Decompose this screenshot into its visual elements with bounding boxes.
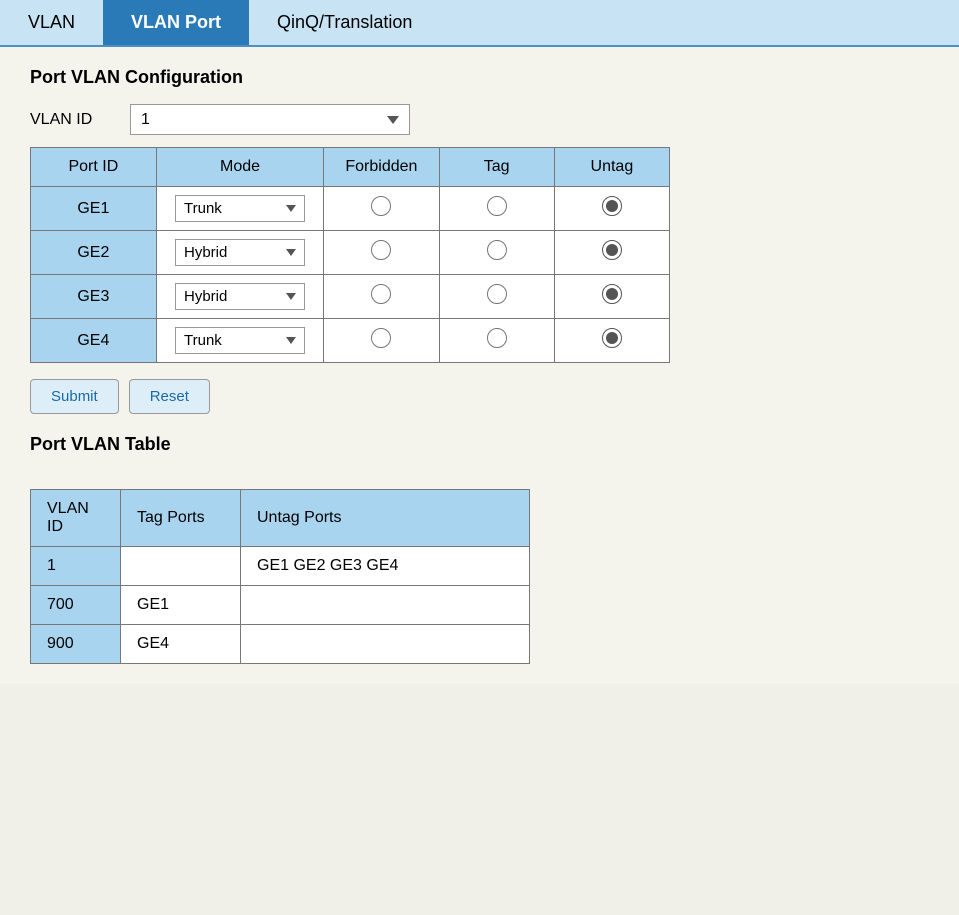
untag-cell-GE1 [554, 187, 669, 231]
tag-radio-GE3[interactable] [487, 284, 507, 304]
col-header-forbidden: Forbidden [324, 148, 439, 187]
button-row: Submit Reset [30, 379, 929, 414]
untag-radio-GE3[interactable] [602, 284, 622, 304]
port-id-cell: GE3 [31, 275, 157, 319]
mode-cell: AccessTrunkHybrid [156, 231, 324, 275]
forbidden-radio-GE2[interactable] [371, 240, 391, 260]
untag-radio-GE2[interactable] [602, 240, 622, 260]
config-section-title: Port VLAN Configuration [30, 67, 929, 88]
forbidden-cell-GE4 [324, 319, 439, 363]
col-header-mode: Mode [156, 148, 324, 187]
mode-cell: AccessTrunkHybrid [156, 187, 324, 231]
untag-cell-GE2 [554, 231, 669, 275]
vlan-table-id-cell: 700 [31, 586, 121, 625]
tab-bar: VLAN VLAN Port QinQ/Translation [0, 0, 959, 47]
port-id-cell: GE4 [31, 319, 157, 363]
forbidden-radio-GE4[interactable] [371, 328, 391, 348]
col-header-untag: Untag [554, 148, 669, 187]
forbidden-cell-GE1 [324, 187, 439, 231]
tag-cell-GE1 [439, 187, 554, 231]
tab-vlan-port[interactable]: VLAN Port [103, 0, 249, 45]
mode-cell: AccessTrunkHybrid [156, 275, 324, 319]
forbidden-cell-GE3 [324, 275, 439, 319]
config-table: Port ID Mode Forbidden Tag Untag GE1 Acce… [30, 147, 670, 363]
tag-radio-GE2[interactable] [487, 240, 507, 260]
main-content: Port VLAN Configuration VLAN ID 1 700 90… [0, 47, 959, 684]
tag-radio-GE1[interactable] [487, 196, 507, 216]
forbidden-cell-GE2 [324, 231, 439, 275]
vlan-id-label: VLAN ID [30, 111, 110, 129]
mode-select-GE2[interactable]: AccessTrunkHybrid [175, 239, 305, 266]
col-header-port-id: Port ID [31, 148, 157, 187]
port-id-cell: GE1 [31, 187, 157, 231]
untag-cell-GE4 [554, 319, 669, 363]
reset-button[interactable]: Reset [129, 379, 210, 414]
vlan-table-tag-cell: GE4 [121, 625, 241, 664]
vlan-id-row: VLAN ID 1 700 900 [30, 104, 929, 135]
vlan-id-select[interactable]: 1 700 900 [130, 104, 410, 135]
mode-cell: AccessTrunkHybrid [156, 319, 324, 363]
vlan-table-untag-cell: GE1 GE2 GE3 GE4 [241, 547, 530, 586]
vlan-table-tag-cell: GE1 [121, 586, 241, 625]
vlan-table-id-cell: 900 [31, 625, 121, 664]
table-section-title: Port VLAN Table [30, 434, 929, 455]
untag-cell-GE3 [554, 275, 669, 319]
vlan-table-col-tag-ports: Tag Ports [121, 490, 241, 547]
forbidden-radio-GE1[interactable] [371, 196, 391, 216]
tag-radio-GE4[interactable] [487, 328, 507, 348]
tag-cell-GE4 [439, 319, 554, 363]
forbidden-radio-GE3[interactable] [371, 284, 391, 304]
vlan-table-tag-cell [121, 547, 241, 586]
tag-cell-GE3 [439, 275, 554, 319]
tab-vlan[interactable]: VLAN [0, 0, 103, 45]
vlan-table: VLAN ID Tag Ports Untag Ports 1 GE1 GE2 G… [30, 489, 530, 664]
vlan-table-untag-cell [241, 586, 530, 625]
port-id-cell: GE2 [31, 231, 157, 275]
submit-button[interactable]: Submit [30, 379, 119, 414]
mode-select-GE3[interactable]: AccessTrunkHybrid [175, 283, 305, 310]
tag-cell-GE2 [439, 231, 554, 275]
vlan-table-col-untag-ports: Untag Ports [241, 490, 530, 547]
untag-radio-GE4[interactable] [602, 328, 622, 348]
mode-select-GE4[interactable]: AccessTrunkHybrid [175, 327, 305, 354]
mode-select-GE1[interactable]: AccessTrunkHybrid [175, 195, 305, 222]
tab-qinq[interactable]: QinQ/Translation [249, 0, 440, 45]
col-header-tag: Tag [439, 148, 554, 187]
vlan-table-id-cell: 1 [31, 547, 121, 586]
vlan-table-col-vlan-id: VLAN ID [31, 490, 121, 547]
untag-radio-GE1[interactable] [602, 196, 622, 216]
vlan-table-untag-cell [241, 625, 530, 664]
